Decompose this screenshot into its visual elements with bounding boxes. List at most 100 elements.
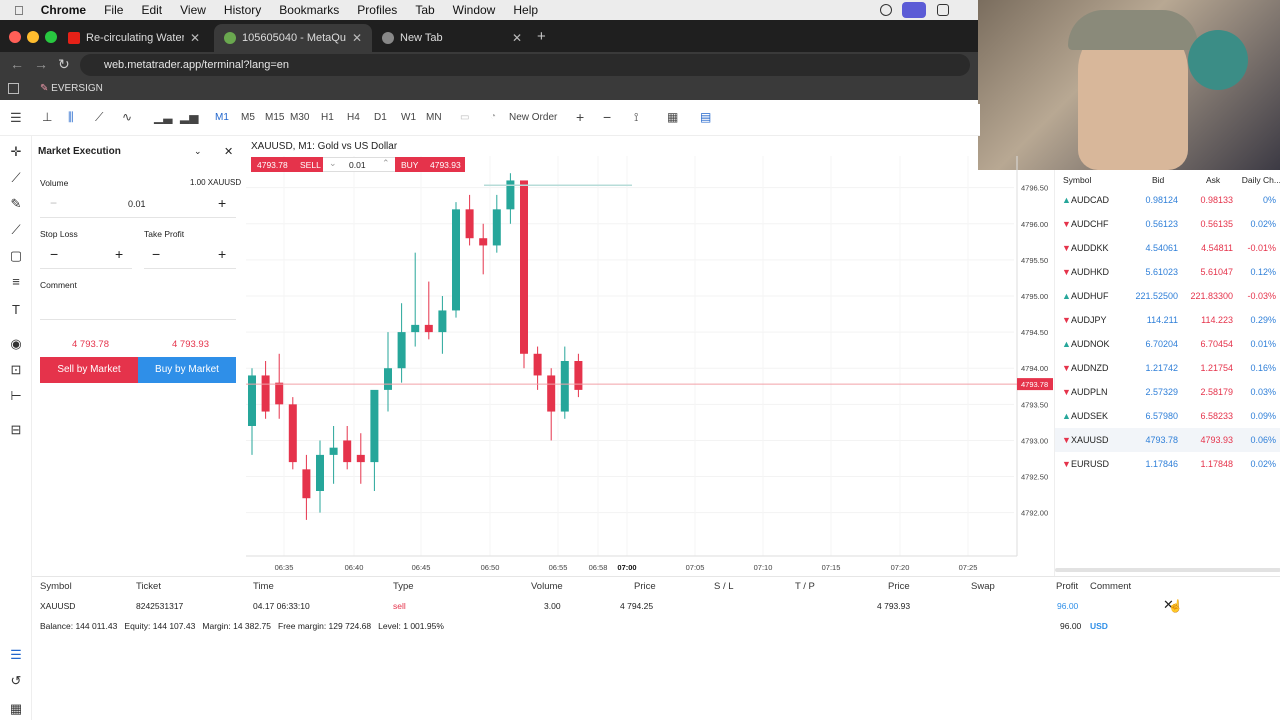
take-profit-field[interactable]: − +	[144, 243, 236, 269]
trade-header-swap[interactable]: Swap	[971, 581, 995, 592]
timeframe-h1[interactable]: H1	[321, 112, 334, 123]
timeframe-h4[interactable]: H4	[347, 112, 360, 123]
status-icon[interactable]	[880, 4, 892, 16]
trade-header-tp[interactable]: T / P	[795, 581, 815, 592]
area-chart-icon[interactable]: ∿	[122, 110, 132, 124]
tree-icon[interactable]: ⊢	[9, 389, 23, 403]
watch-row-audjpy[interactable]: ▼ AUDJPY 114.211 114.223 0.29%	[1055, 308, 1280, 332]
templates-icon[interactable]: ▤	[700, 110, 711, 124]
buy-by-market-button[interactable]: Buy by Market	[138, 357, 236, 383]
timeframe-m5[interactable]: M5	[241, 112, 255, 123]
apps-grid-icon[interactable]	[8, 83, 19, 94]
new-order-button[interactable]: New Order	[509, 112, 557, 123]
stop-loss-decrease-icon[interactable]: −	[50, 246, 58, 262]
close-icon[interactable]: ✕	[224, 145, 233, 158]
bookmark-eversign[interactable]: ✎ EVERSIGN	[40, 83, 103, 94]
menu-icon[interactable]: ☰	[10, 110, 22, 126]
watch-row-audhkd[interactable]: ▼ AUDHKD 5.61023 5.61047 0.12%	[1055, 260, 1280, 284]
close-tab-icon[interactable]: ✕	[346, 31, 362, 45]
menu-tab[interactable]: Tab	[406, 3, 443, 17]
watch-row-audsek[interactable]: ▲ AUDSEK 6.57980 6.58233 0.09%	[1055, 404, 1280, 428]
order-type-select[interactable]: Market Execution	[38, 146, 121, 157]
watch-row-audcad[interactable]: ▲ AUDCAD 0.98124 0.98133 0%	[1055, 188, 1280, 212]
volume-input[interactable]: 0.01	[128, 199, 146, 209]
trade-header-sl[interactable]: S / L	[714, 581, 734, 592]
apple-icon[interactable]: 	[0, 3, 32, 18]
zoom-window-icon[interactable]	[45, 31, 57, 43]
menu-profiles[interactable]: Profiles	[348, 3, 406, 17]
menu-bookmarks[interactable]: Bookmarks	[270, 3, 348, 17]
line-chart-icon[interactable]: ⟋	[95, 110, 103, 125]
forward-icon[interactable]: →	[34, 56, 48, 72]
watch-scrollbar[interactable]	[1055, 568, 1280, 572]
candlestick-icon[interactable]: ⫼	[68, 110, 74, 125]
take-profit-increase-icon[interactable]: +	[218, 246, 226, 262]
trendline-icon[interactable]: ⟋	[9, 171, 23, 185]
watch-row-auddkk[interactable]: ▼ AUDDKK 4.54061 4.54811 -0.01%	[1055, 236, 1280, 260]
browser-tab-metaquotes[interactable]: 105605040 - MetaQuotes-De ✕	[214, 24, 372, 52]
watch-row-audnzd[interactable]: ▼ AUDNZD 1.21742 1.21754 0.16%	[1055, 356, 1280, 380]
stop-loss-increase-icon[interactable]: +	[115, 246, 123, 262]
pen-icon[interactable]: ✎	[9, 197, 23, 211]
menu-app-name[interactable]: Chrome	[32, 3, 95, 17]
zoom-in-icon[interactable]: +	[576, 109, 584, 125]
menu-history[interactable]: History	[215, 3, 270, 17]
comment-input[interactable]	[40, 294, 236, 320]
timeframe-w1[interactable]: W1	[401, 112, 416, 123]
shape-icon[interactable]: ▢	[9, 249, 23, 263]
one-click-icon[interactable]: ▭	[460, 112, 469, 123]
one-click-lot[interactable]: 0.01	[349, 160, 366, 170]
watch-row-audpln[interactable]: ▼ AUDPLN 2.57329 2.58179 0.03%	[1055, 380, 1280, 404]
new-tab-icon[interactable]: +	[537, 28, 546, 45]
chevron-down-icon[interactable]: ⌄	[194, 146, 202, 157]
watch-header-ask[interactable]: Ask	[1206, 175, 1220, 185]
minimize-window-icon[interactable]	[27, 31, 39, 43]
layers-icon[interactable]: ⊟	[9, 423, 23, 437]
stop-loss-field[interactable]: − +	[40, 243, 132, 269]
zoom-out-icon[interactable]: −	[603, 109, 611, 125]
history-icon[interactable]: ↺	[9, 674, 23, 688]
trade-header-current-price[interactable]: Price	[888, 581, 910, 592]
browser-tab-new[interactable]: New Tab ✕	[372, 24, 532, 52]
menu-help[interactable]: Help	[504, 3, 547, 17]
close-window-icon[interactable]	[9, 31, 21, 43]
price-chart[interactable]: 4796.50 4796.00 4795.50 4795.00 4794.50 4794.…	[244, 136, 1054, 576]
bar-chart-icon[interactable]: ⊥	[42, 110, 52, 124]
list-icon[interactable]: ☰	[9, 648, 23, 662]
fibonacci-icon[interactable]: ≡	[9, 275, 23, 289]
calendar-bottom-icon[interactable]: ▦	[9, 702, 23, 716]
url-bar[interactable]: web.metatrader.app/terminal?lang=en	[80, 54, 970, 76]
watch-header-symbol[interactable]: Symbol	[1063, 175, 1091, 185]
watch-row-eurusd[interactable]: ▼ EURUSD 1.17846 1.17848 0.02%	[1055, 452, 1280, 476]
trade-header-type[interactable]: Type	[393, 581, 414, 592]
text-tool-icon[interactable]: T	[9, 303, 23, 317]
timeframe-mn[interactable]: MN	[426, 112, 442, 123]
camera-icon[interactable]	[937, 4, 949, 16]
trade-header-price[interactable]: Price	[634, 581, 656, 592]
watch-row-audchf[interactable]: ▼ AUDCHF 0.56123 0.56135 0.02%	[1055, 212, 1280, 236]
eye-icon[interactable]: ◉	[9, 337, 23, 351]
watch-header-bid[interactable]: Bid	[1152, 175, 1164, 185]
trade-header-comment[interactable]: Comment	[1090, 581, 1131, 592]
trade-header-volume[interactable]: Volume	[531, 581, 563, 592]
timeframe-m30[interactable]: M30	[290, 112, 309, 123]
back-icon[interactable]: ←	[10, 56, 24, 72]
screen-record-icon[interactable]	[902, 2, 926, 18]
timeframe-m1[interactable]: M1	[215, 112, 229, 123]
lot-increase-icon[interactable]: ⌃	[382, 158, 390, 169]
trade-header-time[interactable]: Time	[253, 581, 274, 592]
timeframe-m15[interactable]: M15	[265, 112, 284, 123]
reload-icon[interactable]: ↻	[58, 56, 70, 73]
trade-header-profit[interactable]: Profit	[1056, 581, 1078, 592]
watch-row-audhuf[interactable]: ▲ AUDHUF 221.52500 221.83300 -0.03%	[1055, 284, 1280, 308]
calendar-icon[interactable]: ▦	[667, 110, 678, 124]
volume-icon[interactable]: ▁▃	[154, 110, 172, 124]
menu-file[interactable]: File	[95, 3, 132, 17]
watch-header-daily-change[interactable]: Daily Ch...	[1226, 175, 1280, 185]
sell-by-market-button[interactable]: Sell by Market	[40, 357, 138, 383]
watch-row-xauusd[interactable]: ▼ XAUUSD 4793.78 4793.93 0.06%	[1055, 428, 1280, 452]
menu-edit[interactable]: Edit	[132, 3, 171, 17]
volume-decrease-icon[interactable]: −	[50, 196, 57, 210]
tick-chart-icon[interactable]: ▂▅	[180, 110, 198, 124]
close-tab-icon[interactable]: ✕	[506, 31, 522, 45]
